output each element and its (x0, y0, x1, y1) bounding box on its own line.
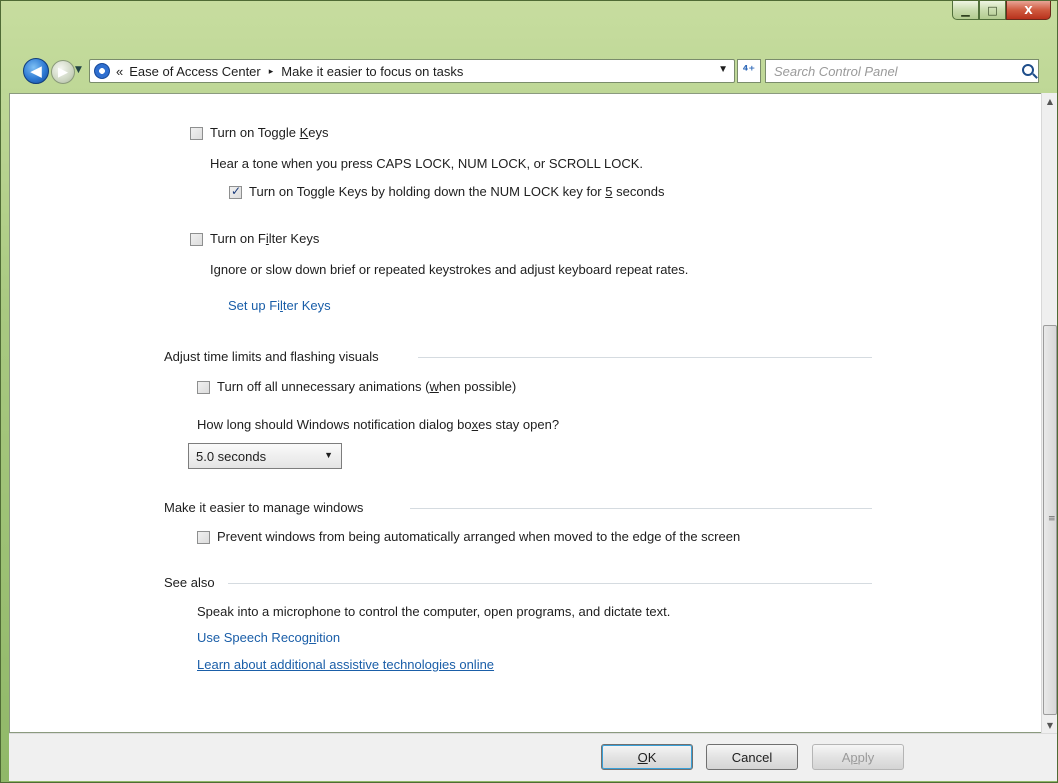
speech-recognition-description: Speak into a microphone to control the c… (197, 604, 671, 619)
use-speech-recognition-link[interactable]: Use Speech Recognition (197, 630, 340, 645)
toggle-keys-checkbox[interactable] (190, 127, 203, 140)
breadcrumb-prefix[interactable]: « (116, 64, 123, 79)
breadcrumb-current-page[interactable]: Make it easier to focus on tasks (281, 64, 463, 79)
prevent-arrange-checkbox[interactable] (197, 531, 210, 544)
set-up-filter-keys-link[interactable]: Set up Filter Keys (228, 298, 331, 313)
control-panel-icon (94, 63, 110, 79)
section-divider (410, 508, 872, 509)
chevron-down-icon: ▼ (324, 450, 333, 460)
apply-button[interactable]: Ap ply (812, 744, 904, 770)
notification-duration-select[interactable]: 5.0 seconds ▼ (188, 443, 342, 469)
close-button[interactable]: X (1006, 1, 1051, 20)
filter-keys-description: Ignore or slow down brief or repeated ke… (210, 262, 689, 277)
scroll-down-arrow-icon[interactable]: ▼ (1042, 717, 1058, 733)
see-also-section-title: See also (164, 575, 215, 590)
address-dropdown-icon[interactable]: ▼ (718, 64, 728, 75)
ok-button[interactable]: OK (601, 744, 693, 770)
notification-duration-question: How long should Windows notification dia… (197, 417, 560, 432)
navigation-bar: ◀ ▶ ▼ « Ease of Access Center ▸ Make it … (19, 57, 1055, 85)
section-divider (418, 357, 872, 358)
section-divider (228, 583, 872, 584)
selected-duration: 5.0 seconds (196, 449, 267, 464)
forward-arrow-icon[interactable]: ▶ (51, 60, 75, 84)
time-limits-section-title: Adjust time limits and flashing visuals (164, 349, 379, 364)
maximize-button[interactable]: □ (979, 1, 1006, 20)
assistive-technologies-link[interactable]: Learn about additional assistive technol… (197, 657, 494, 672)
vertical-scrollbar[interactable]: ▲ ≡ ▼ (1041, 93, 1057, 733)
back-arrow-icon[interactable]: ◀ (23, 58, 49, 84)
cancel-button[interactable]: Cancel (706, 744, 798, 770)
filter-keys-label[interactable]: Turn on Filter Keys (210, 231, 319, 246)
minimize-button[interactable]: ▁ (952, 1, 979, 20)
prevent-arrange-label[interactable]: Prevent windows from being automatically… (217, 529, 740, 544)
toggle-keys-numlock-label[interactable]: Turn on Toggle Keys by holding down the … (249, 184, 665, 199)
manage-windows-section-title: Make it easier to manage windows (164, 500, 364, 515)
refresh-icon[interactable]: ⁴⁺ (737, 59, 761, 83)
filter-keys-checkbox[interactable] (190, 233, 203, 246)
search-input[interactable] (766, 60, 1006, 82)
scroll-grip-icon: ≡ (1048, 514, 1056, 524)
dialog-button-bar: OK Cancel Ap ply (9, 733, 1057, 781)
title-bar[interactable]: ▁ □ X (1, 1, 1057, 51)
breadcrumb-ease-of-access-center[interactable]: Ease of Access Center (129, 64, 261, 79)
address-bar[interactable]: « Ease of Access Center ▸ Make it easier… (89, 59, 735, 83)
scroll-up-arrow-icon[interactable]: ▲ (1042, 93, 1058, 109)
search-icon[interactable] (1022, 64, 1034, 76)
caption-buttons: ▁ □ X (952, 1, 1051, 20)
animations-label[interactable]: Turn off all unnecessary animations (whe… (217, 379, 516, 394)
search-box[interactable] (765, 59, 1039, 83)
settings-content: Turn on Toggle Keys Hear a tone when you… (9, 93, 1042, 733)
toggle-keys-description: Hear a tone when you press CAPS LOCK, NU… (210, 156, 644, 171)
scrollbar-thumb[interactable]: ≡ (1043, 325, 1057, 715)
animations-checkbox[interactable] (197, 381, 210, 394)
control-panel-window: ▁ □ X ◀ ▶ ▼ « Ease of Access Center ▸ Ma… (0, 0, 1058, 783)
toggle-keys-numlock-checkbox[interactable] (229, 184, 242, 199)
breadcrumb-separator-icon[interactable]: ▸ (269, 66, 274, 77)
recent-pages-dropdown-icon[interactable]: ▼ (75, 65, 82, 75)
toggle-keys-label[interactable]: Turn on Toggle Keys (210, 125, 329, 140)
